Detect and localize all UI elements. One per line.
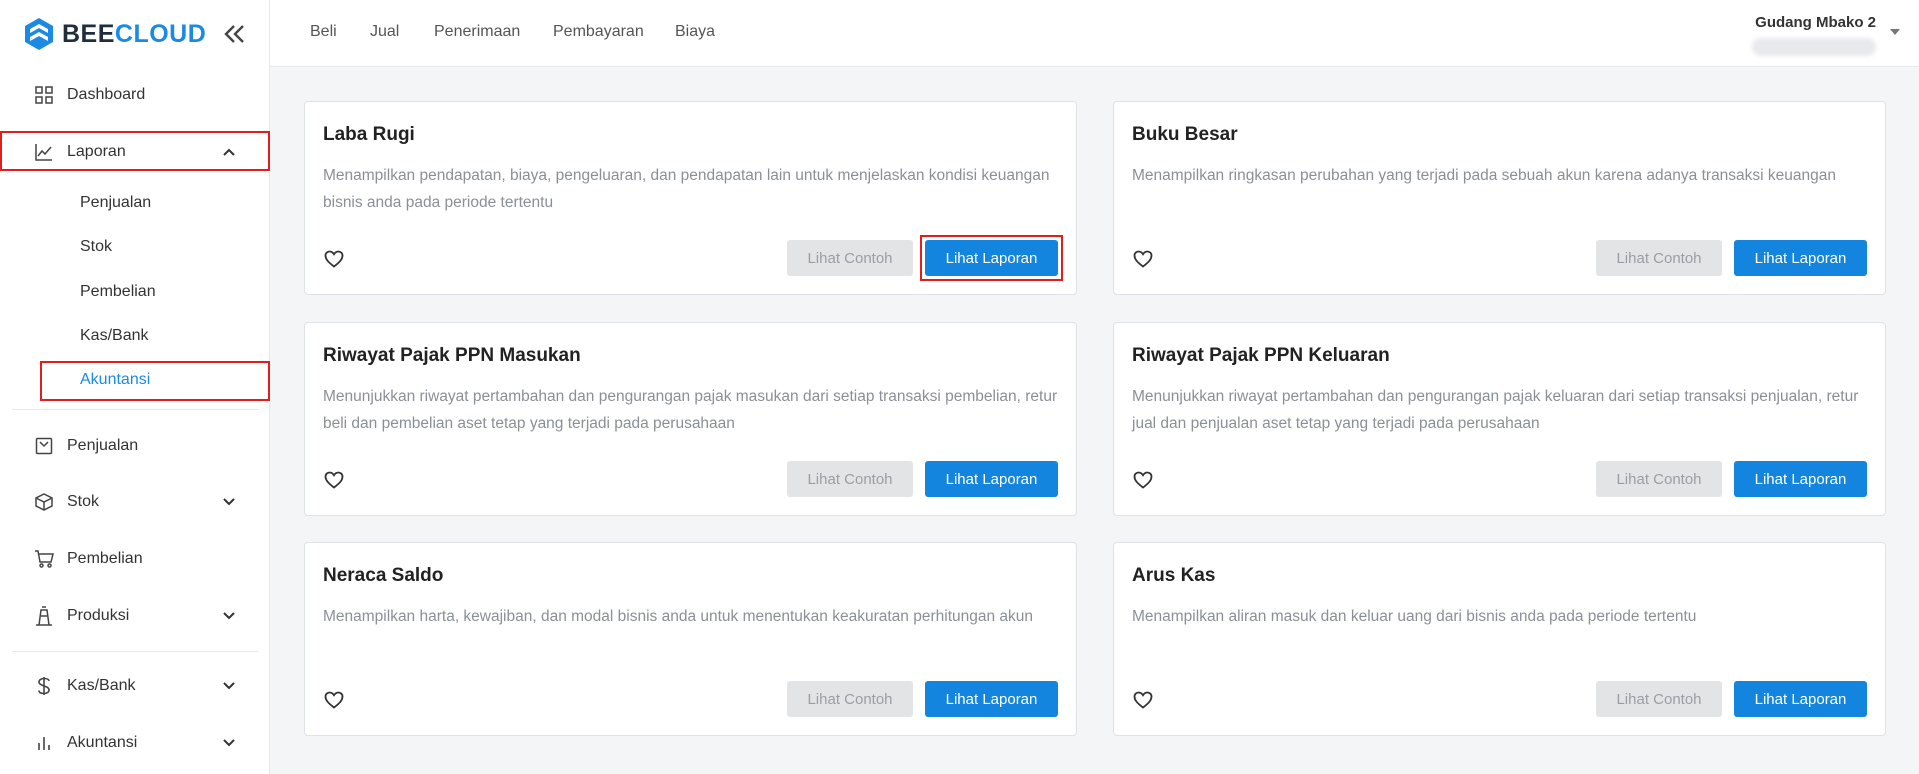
report-card-buku-besar: Buku Besar Menampilkan ringkasan perubah… bbox=[1113, 101, 1886, 295]
sidebar-item-laporan[interactable]: Laporan bbox=[0, 130, 270, 174]
heart-icon[interactable] bbox=[323, 689, 345, 711]
heart-icon[interactable] bbox=[323, 248, 345, 270]
heart-icon[interactable] bbox=[1132, 248, 1154, 270]
brand-name: BEECLOUD bbox=[62, 19, 207, 48]
grid-icon bbox=[34, 85, 54, 105]
top-link-penerimaan[interactable]: Penerimaan bbox=[434, 23, 520, 41]
caret-down-icon[interactable] bbox=[1890, 29, 1900, 35]
card-title: Riwayat Pajak PPN Keluaran bbox=[1132, 345, 1390, 366]
sidebar-subitem-label: Pembelian bbox=[80, 283, 156, 300]
cart-icon bbox=[34, 549, 54, 569]
sidebar-item-dashboard[interactable]: Dashboard bbox=[0, 73, 270, 117]
view-sample-button[interactable]: Lihat Contoh bbox=[1596, 681, 1722, 717]
view-sample-button[interactable]: Lihat Contoh bbox=[1596, 461, 1722, 497]
bar-chart-icon bbox=[34, 733, 54, 753]
view-report-button[interactable]: Lihat Laporan bbox=[925, 681, 1058, 717]
user-email-redacted bbox=[1752, 38, 1876, 56]
collapse-sidebar-button[interactable] bbox=[220, 20, 248, 48]
view-report-button[interactable]: Lihat Laporan bbox=[925, 461, 1058, 497]
card-title: Neraca Saldo bbox=[323, 565, 444, 586]
heart-icon[interactable] bbox=[1132, 469, 1154, 491]
sidebar-item-label: Akuntansi bbox=[67, 734, 138, 751]
sidebar-item-label: Penjualan bbox=[67, 437, 139, 454]
sidebar-item-produksi[interactable]: Produksi bbox=[0, 594, 270, 638]
brand[interactable]: BEECLOUD bbox=[22, 16, 206, 52]
line-chart-icon bbox=[34, 142, 54, 162]
factory-icon bbox=[34, 606, 54, 626]
card-description: Menampilkan ringkasan perubahan yang ter… bbox=[1132, 167, 1837, 184]
sidebar-item-label: Laporan bbox=[67, 143, 126, 160]
card-description: Menunjukkan riwayat pertambahan dan peng… bbox=[323, 388, 1058, 432]
view-sample-button[interactable]: Lihat Contoh bbox=[787, 461, 913, 497]
beecloud-logo-icon bbox=[25, 18, 53, 50]
card-title: Arus Kas bbox=[1132, 565, 1216, 586]
view-sample-button[interactable]: Lihat Contoh bbox=[1596, 240, 1722, 276]
view-report-button[interactable]: Lihat Laporan bbox=[1734, 461, 1867, 497]
top-link-jual[interactable]: Jual bbox=[370, 23, 399, 41]
chevron-down-icon bbox=[220, 677, 238, 695]
sidebar-subitem-akuntansi[interactable]: Akuntansi bbox=[0, 362, 270, 398]
card-description: Menampilkan pendapatan, biaya, pengeluar… bbox=[323, 167, 1050, 211]
sidebar-item-akuntansi[interactable]: Akuntansi bbox=[0, 721, 270, 765]
sidebar-item-label: Kas/Bank bbox=[67, 677, 136, 694]
heart-icon[interactable] bbox=[323, 469, 345, 491]
top-link-beli[interactable]: Beli bbox=[310, 23, 337, 41]
view-sample-button[interactable]: Lihat Contoh bbox=[787, 681, 913, 717]
chevron-down-icon bbox=[220, 734, 238, 752]
top-link-biaya[interactable]: Biaya bbox=[675, 23, 715, 41]
sidebar-subitem-stok[interactable]: Stok bbox=[0, 229, 270, 265]
card-title: Riwayat Pajak PPN Masukan bbox=[323, 345, 581, 366]
sidebar-item-label: Stok bbox=[67, 493, 100, 510]
user-name: Gudang Mbako 2 bbox=[1755, 14, 1876, 31]
chevron-down-icon bbox=[220, 607, 238, 625]
report-card-neraca-saldo: Neraca Saldo Menampilkan harta, kewajiba… bbox=[304, 542, 1077, 736]
chevron-up-icon bbox=[220, 143, 238, 161]
sidebar-subitem-label: Stok bbox=[80, 238, 113, 255]
box-icon bbox=[34, 492, 54, 512]
report-card-ppn-keluaran: Riwayat Pajak PPN Keluaran Menunjukkan r… bbox=[1113, 322, 1886, 516]
report-card-laba-rugi: Laba Rugi Menampilkan pendapatan, biaya,… bbox=[304, 101, 1077, 295]
double-chevron-left-icon bbox=[224, 25, 244, 43]
sidebar-subitem-label: Kas/Bank bbox=[80, 327, 149, 344]
sidebar-subitem-kasbank[interactable]: Kas/Bank bbox=[0, 318, 270, 354]
sidebar-item-penjualan[interactable]: Penjualan bbox=[0, 424, 270, 468]
sidebar-item-kasbank[interactable]: Kas/Bank bbox=[0, 664, 270, 708]
heart-icon[interactable] bbox=[1132, 689, 1154, 711]
view-report-button[interactable]: Lihat Laporan bbox=[925, 240, 1058, 276]
view-sample-button[interactable]: Lihat Contoh bbox=[787, 240, 913, 276]
sidebar-subitem-label: Akuntansi bbox=[80, 371, 151, 388]
chevron-down-icon bbox=[220, 493, 238, 511]
card-title: Buku Besar bbox=[1132, 124, 1238, 145]
sidebar-item-pembelian[interactable]: Pembelian bbox=[0, 537, 270, 581]
sidebar: BEECLOUD Dashboard Laporan Penjualan Sto… bbox=[0, 0, 270, 774]
sidebar-divider bbox=[12, 409, 258, 410]
view-report-button[interactable]: Lihat Laporan bbox=[1734, 240, 1867, 276]
report-card-ppn-masukan: Riwayat Pajak PPN Masukan Menunjukkan ri… bbox=[304, 322, 1077, 516]
app-root: BEECLOUD Dashboard Laporan Penjualan Sto… bbox=[0, 0, 1919, 774]
card-description: Menampilkan aliran masuk dan keluar uang… bbox=[1132, 608, 1697, 625]
card-description: Menunjukkan riwayat pertambahan dan peng… bbox=[1132, 388, 1859, 432]
sidebar-item-stok[interactable]: Stok bbox=[0, 480, 270, 524]
card-description: Menampilkan harta, kewajiban, dan modal … bbox=[323, 608, 1034, 625]
sidebar-subitem-pembelian[interactable]: Pembelian bbox=[0, 274, 270, 310]
view-report-button[interactable]: Lihat Laporan bbox=[1734, 681, 1867, 717]
topbar: Beli Jual Penerimaan Pembayaran Biaya bbox=[270, 0, 1919, 67]
report-card-arus-kas: Arus Kas Menampilkan aliran masuk dan ke… bbox=[1113, 542, 1886, 736]
sidebar-item-label: Pembelian bbox=[67, 550, 143, 567]
card-title: Laba Rugi bbox=[323, 124, 415, 145]
sidebar-item-label: Produksi bbox=[67, 607, 130, 624]
dollar-icon bbox=[34, 676, 54, 696]
sidebar-divider bbox=[12, 651, 258, 652]
receipt-icon bbox=[34, 436, 54, 456]
sidebar-item-label: Dashboard bbox=[67, 86, 146, 103]
top-link-pembayaran[interactable]: Pembayaran bbox=[553, 23, 644, 41]
user-menu[interactable]: Gudang Mbako 2 bbox=[1752, 12, 1919, 60]
sidebar-subitem-penjualan[interactable]: Penjualan bbox=[0, 185, 270, 221]
sidebar-subitem-label: Penjualan bbox=[80, 194, 152, 211]
